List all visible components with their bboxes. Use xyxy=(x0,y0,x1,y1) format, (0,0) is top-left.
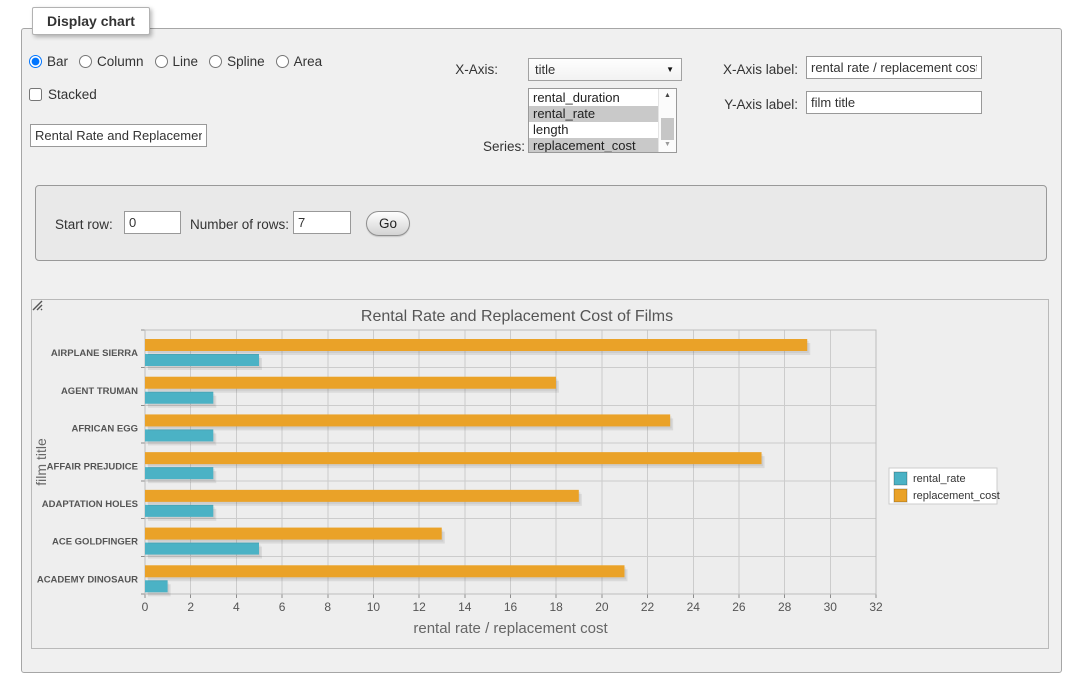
svg-text:30: 30 xyxy=(824,600,838,614)
series-multiselect[interactable]: rental_durationrental_ratelengthreplacem… xyxy=(528,88,677,153)
chart-type-line[interactable]: Line xyxy=(155,54,199,69)
stacked-label: Stacked xyxy=(48,87,97,102)
radio-column[interactable] xyxy=(79,55,92,68)
radio-label: Spline xyxy=(227,54,265,69)
scrollbar-up-arrow-icon[interactable]: ▲ xyxy=(659,89,676,103)
select-dropdown-arrow-icon: ▼ xyxy=(666,66,674,74)
svg-text:18: 18 xyxy=(550,600,564,614)
svg-text:AFFAIR PREJUDICE: AFFAIR PREJUDICE xyxy=(47,461,138,472)
svg-text:10: 10 xyxy=(367,600,381,614)
series-options: rental_durationrental_ratelengthreplacem… xyxy=(529,90,659,153)
chart-type-column[interactable]: Column xyxy=(79,54,144,69)
svg-text:Rental Rate and Replacement Co: Rental Rate and Replacement Cost of Film… xyxy=(361,308,673,325)
scrollbar-thumb[interactable] xyxy=(661,118,674,140)
svg-text:rental_rate: rental_rate xyxy=(913,473,966,485)
x-axis-label-caption: X-Axis label: xyxy=(712,62,798,77)
scrollbar-down-arrow-icon[interactable]: ▼ xyxy=(659,138,676,152)
radio-line[interactable] xyxy=(155,55,168,68)
chart-type-bar[interactable]: Bar xyxy=(29,54,68,69)
svg-text:AIRPLANE SIERRA: AIRPLANE SIERRA xyxy=(51,348,138,359)
y-axis-label-input[interactable] xyxy=(806,91,982,114)
number-of-rows-caption: Number of rows: xyxy=(190,217,289,232)
radio-label: Area xyxy=(294,54,323,69)
series-caption: Series: xyxy=(455,139,525,154)
svg-text:26: 26 xyxy=(732,600,746,614)
svg-text:22: 22 xyxy=(641,600,655,614)
start-row-input[interactable] xyxy=(124,211,181,234)
series-option-rental_duration[interactable]: rental_duration xyxy=(529,90,659,106)
x-axis-caption: X-Axis: xyxy=(440,62,498,77)
series-scrollbar[interactable]: ▲ ▼ xyxy=(658,89,676,152)
x-axis-select[interactable]: title ▼ xyxy=(528,58,682,81)
svg-text:20: 20 xyxy=(595,600,609,614)
y-axis-label-caption: Y-Axis label: xyxy=(712,97,798,112)
svg-text:replacement_cost: replacement_cost xyxy=(913,490,1000,502)
stacked-checkbox-row[interactable]: Stacked xyxy=(29,87,97,102)
svg-text:AGENT TRUMAN: AGENT TRUMAN xyxy=(61,386,138,397)
number-of-rows-input[interactable] xyxy=(293,211,351,234)
svg-text:ADAPTATION HOLES: ADAPTATION HOLES xyxy=(42,499,138,510)
radio-label: Column xyxy=(97,54,144,69)
chart-builder-page: Display chart Bar Column Line Spline Area St… xyxy=(0,0,1081,681)
series-option-replacement_cost[interactable]: replacement_cost xyxy=(529,138,659,153)
chart-type-spline[interactable]: Spline xyxy=(209,54,265,69)
bar-chart: 02468101214161820222426283032AIRPLANE SI… xyxy=(32,300,1048,648)
chart-type-radio-group: Bar Column Line Spline Area xyxy=(29,54,333,69)
fieldset-legend: Display chart xyxy=(32,7,150,35)
resize-handle-icon[interactable] xyxy=(32,300,43,311)
radio-label: Bar xyxy=(47,54,68,69)
bar-chart-container: 02468101214161820222426283032AIRPLANE SI… xyxy=(31,299,1049,649)
svg-text:ACE GOLDFINGER: ACE GOLDFINGER xyxy=(52,537,138,548)
x-axis-label-input[interactable] xyxy=(806,56,982,79)
start-row-caption: Start row: xyxy=(55,217,113,232)
svg-text:12: 12 xyxy=(412,600,426,614)
svg-text:0: 0 xyxy=(142,600,149,614)
svg-text:ACADEMY DINOSAUR: ACADEMY DINOSAUR xyxy=(37,574,138,585)
svg-text:28: 28 xyxy=(778,600,792,614)
rows-panel xyxy=(35,185,1047,261)
chart-title-input[interactable] xyxy=(30,124,207,147)
stacked-checkbox[interactable] xyxy=(29,88,42,101)
x-axis-selected-value: title xyxy=(535,62,555,77)
chart-type-area[interactable]: Area xyxy=(276,54,323,69)
svg-text:8: 8 xyxy=(324,600,331,614)
series-option-length[interactable]: length xyxy=(529,122,659,138)
svg-text:16: 16 xyxy=(504,600,518,614)
svg-text:24: 24 xyxy=(687,600,701,614)
svg-text:AFRICAN EGG: AFRICAN EGG xyxy=(72,424,139,435)
svg-text:6: 6 xyxy=(279,600,286,614)
svg-text:2: 2 xyxy=(187,600,194,614)
svg-text:rental rate / replacement cost: rental rate / replacement cost xyxy=(413,620,608,637)
go-button[interactable]: Go xyxy=(366,211,410,236)
radio-label: Line xyxy=(173,54,199,69)
svg-text:4: 4 xyxy=(233,600,240,614)
series-option-rental_rate[interactable]: rental_rate xyxy=(529,106,659,122)
radio-spline[interactable] xyxy=(209,55,222,68)
radio-bar[interactable] xyxy=(29,55,42,68)
radio-area[interactable] xyxy=(276,55,289,68)
svg-text:14: 14 xyxy=(458,600,472,614)
svg-text:32: 32 xyxy=(869,600,883,614)
svg-text:film title: film title xyxy=(33,438,49,486)
